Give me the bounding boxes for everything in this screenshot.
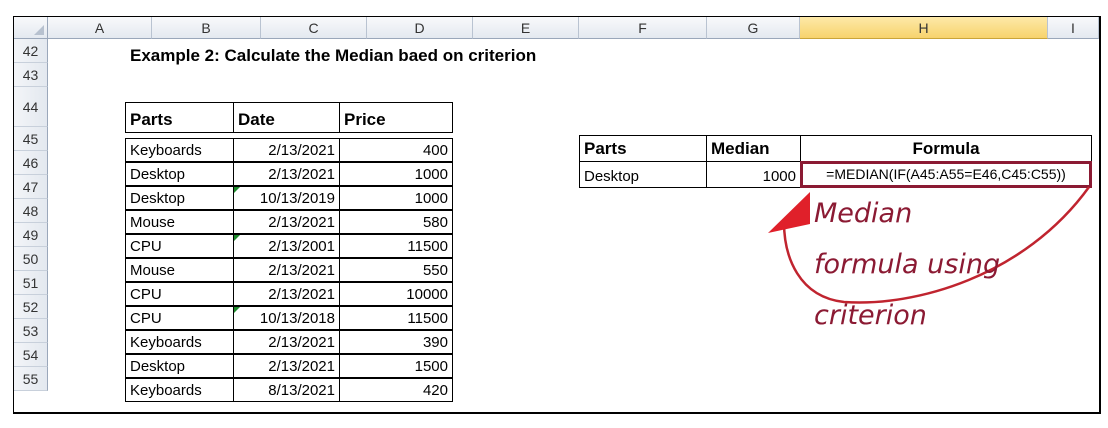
annotation-line-2: formula using [814,249,1001,280]
annotation-arrow [768,186,1091,304]
arrow-head [768,192,810,233]
annotation-line-1: Median [814,198,913,229]
spreadsheet-grid: A B C D E F G H I 42 43 44 45 46 47 48 4… [13,16,1101,414]
annotation-line-3: criterion [814,300,927,331]
